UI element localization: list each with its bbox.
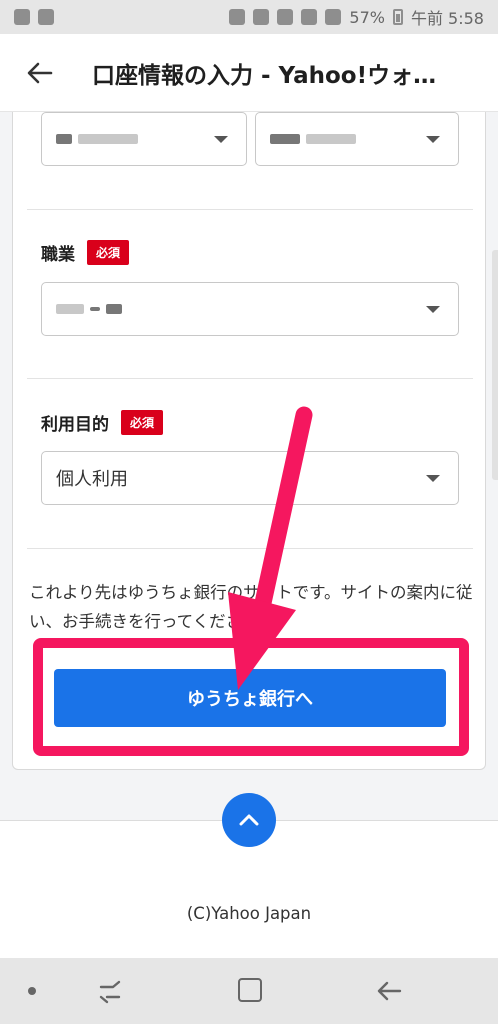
scroll-indicator [492,250,498,480]
arrow-left-icon [27,62,53,83]
status-bar: 57% 午前 5:58 [0,0,498,34]
proceed-to-yucho-button[interactable]: ゆうちょ銀行へ [54,669,446,727]
recent-apps-icon[interactable] [96,978,124,1006]
chevron-down-icon [426,306,440,313]
scroll-to-top-button[interactable] [222,793,276,847]
mute-icon [277,9,294,25]
system-nav-bar [0,958,498,1024]
divider [27,548,473,549]
divider [27,378,473,379]
form-card: 職業 必須 利用目的 必須 個人利用 これより先はゆうちょ銀行のサイトです。サイ… [12,112,486,770]
chevron-down-icon [426,136,440,143]
redacted-select-1[interactable] [41,112,247,166]
nav-dot-icon[interactable] [28,987,36,995]
clock: 午前 5:58 [410,9,484,28]
occupation-label: 職業 必須 [41,240,130,265]
chevron-down-icon [426,475,440,482]
profile-icon [229,9,246,25]
battery-percent: 57% [349,7,385,27]
copyright: (C)Yahoo Japan [186,904,312,923]
divider [27,209,473,210]
purpose-select[interactable]: 個人利用 [41,451,459,505]
chevron-down-icon [214,136,228,143]
page-title: 口座情報の入力 - Yahoo!ウォ… [92,62,437,89]
occupation-select[interactable] [41,282,459,336]
back-button[interactable] [18,51,62,95]
purpose-select-value: 個人利用 [56,469,128,490]
chevron-up-icon [239,814,259,826]
home-icon[interactable] [238,978,262,1002]
map-icon [38,9,54,25]
required-badge: 必須 [121,410,164,435]
nav-back-icon[interactable] [374,976,404,1006]
purpose-label: 利用目的 必須 [41,410,164,435]
app-bar: 口座情報の入力 - Yahoo!ウォ… [0,34,498,112]
notice-text: これより先はゆうちょ銀行のサイトです。サイトの案内に従い、お手続きを行ってくださ… [29,583,473,631]
nfc-icon [253,9,270,25]
redacted-select-2[interactable] [255,112,459,166]
required-badge: 必須 [87,240,130,265]
wifi-icon [301,9,318,25]
battery-icon [392,9,403,25]
signal-icon [325,9,342,25]
notification-icon [14,9,30,25]
